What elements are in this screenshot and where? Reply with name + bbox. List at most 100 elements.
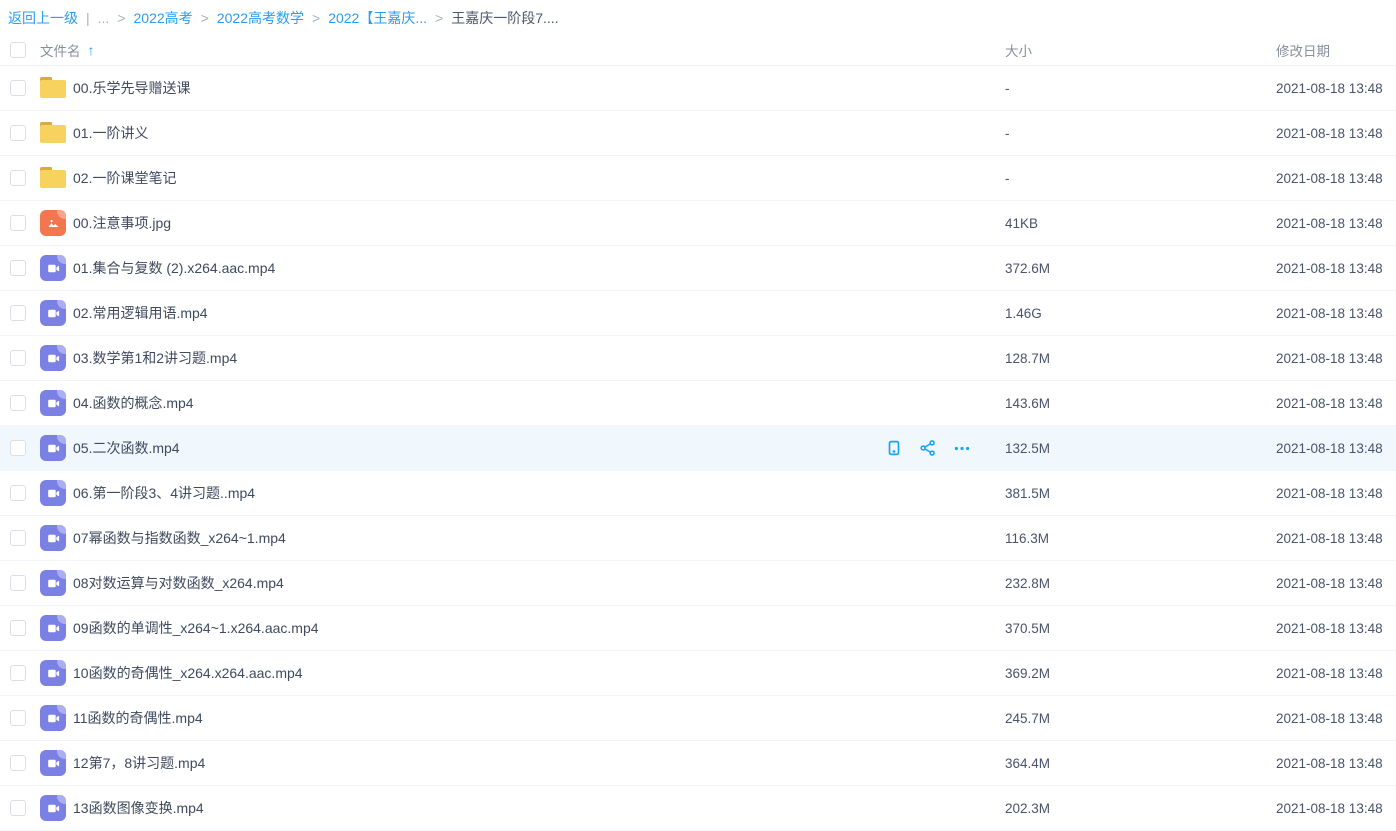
file-name[interactable]: 13函数图像变换.mp4 [73, 798, 204, 818]
file-modified-date: 2021-08-18 13:48 [1276, 171, 1396, 186]
file-size: 232.8M [1005, 576, 1276, 591]
file-row[interactable]: 07幂函数与指数函数_x264~1.mp4 [0, 516, 1396, 561]
file-name[interactable]: 04.函数的概念.mp4 [73, 393, 194, 413]
row-checkbox[interactable] [10, 755, 26, 771]
file-row[interactable]: 00.注意事项.jpg [0, 201, 1396, 246]
file-row[interactable]: 13函数图像变换.mp4 [0, 786, 1396, 831]
file-name[interactable]: 00.乐学先导赠送课 [73, 78, 190, 98]
file-row[interactable]: 12第7，8讲习题.mp4 [0, 741, 1396, 786]
file-modified-date: 2021-08-18 13:48 [1276, 756, 1396, 771]
file-modified-date: 2021-08-18 13:48 [1276, 486, 1396, 501]
video-file-icon [40, 345, 66, 371]
video-file-icon [40, 795, 66, 821]
send-to-device-icon[interactable] [885, 439, 903, 457]
file-row[interactable]: 08对数运算与对数函数_x264.mp4 [0, 561, 1396, 606]
file-modified-date: 2021-08-18 13:48 [1276, 81, 1396, 96]
file-row[interactable]: 02.一阶课堂笔记 [0, 156, 1396, 201]
back-to-parent-link[interactable]: 返回上一级 [8, 8, 78, 28]
row-checkbox[interactable] [10, 350, 26, 366]
file-row[interactable]: 02.常用逻辑用语.mp4 [0, 291, 1396, 336]
file-modified-date: 2021-08-18 13:48 [1276, 801, 1396, 816]
row-checkbox[interactable] [10, 215, 26, 231]
file-name[interactable]: 08对数运算与对数函数_x264.mp4 [73, 573, 284, 593]
video-file-icon [40, 480, 66, 506]
file-name[interactable]: 01.集合与复数 (2).x264.aac.mp4 [73, 258, 275, 278]
file-name[interactable]: 12第7，8讲习题.mp4 [73, 753, 205, 773]
row-checkbox[interactable] [10, 575, 26, 591]
file-size: 369.2M [1005, 666, 1276, 681]
file-size: 372.6M [1005, 261, 1276, 276]
column-header-modified-date[interactable]: 修改日期 [1276, 40, 1396, 60]
breadcrumb-link-2022gaokao[interactable]: 2022高考 [134, 8, 193, 28]
share-icon[interactable] [919, 439, 937, 457]
file-row[interactable]: 01.集合与复数 (2).x264.aac.mp4 [0, 246, 1396, 291]
file-size: - [1005, 171, 1276, 186]
file-row[interactable]: 05.二次函数.mp4 [0, 426, 1396, 471]
video-file-icon [40, 255, 66, 281]
file-name[interactable]: 01.一阶讲义 [73, 123, 148, 143]
video-file-icon [40, 300, 66, 326]
file-modified-date: 2021-08-18 13:48 [1276, 351, 1396, 366]
breadcrumb-ellipsis: ... [98, 10, 110, 26]
file-name[interactable]: 06.第一阶段3、4讲习题..mp4 [73, 483, 255, 503]
file-name[interactable]: 11函数的奇偶性.mp4 [73, 708, 203, 728]
select-all-checkbox[interactable] [10, 42, 26, 58]
file-row[interactable]: 04.函数的概念.mp4 [0, 381, 1396, 426]
row-checkbox[interactable] [10, 710, 26, 726]
file-size: 128.7M [1005, 351, 1276, 366]
file-size: 245.7M [1005, 711, 1276, 726]
video-file-icon [40, 435, 66, 461]
file-name[interactable]: 02.常用逻辑用语.mp4 [73, 303, 208, 323]
row-checkbox[interactable] [10, 440, 26, 456]
row-checkbox[interactable] [10, 800, 26, 816]
file-modified-date: 2021-08-18 13:48 [1276, 441, 1396, 456]
row-checkbox[interactable] [10, 305, 26, 321]
file-name[interactable]: 02.一阶课堂笔记 [73, 168, 176, 188]
file-row[interactable]: 11函数的奇偶性.mp4 [0, 696, 1396, 741]
row-checkbox[interactable] [10, 260, 26, 276]
breadcrumb-current-folder: 王嘉庆一阶段7.... [451, 8, 558, 28]
file-modified-date: 2021-08-18 13:48 [1276, 396, 1396, 411]
more-actions-icon[interactable] [953, 439, 971, 457]
file-size: 370.5M [1005, 621, 1276, 636]
column-header-size[interactable]: 大小 [1005, 40, 1276, 60]
file-name[interactable]: 10函数的奇偶性_x264.x264.aac.mp4 [73, 663, 303, 683]
breadcrumb-link-2022gaokao-math[interactable]: 2022高考数学 [217, 8, 304, 28]
file-name[interactable]: 03.数学第1和2讲习题.mp4 [73, 348, 237, 368]
file-list: 00.乐学先导赠送课 [0, 66, 1396, 831]
file-modified-date: 2021-08-18 13:48 [1276, 261, 1396, 276]
file-name[interactable]: 09函数的单调性_x264~1.x264.aac.mp4 [73, 618, 319, 638]
file-modified-date: 2021-08-18 13:48 [1276, 711, 1396, 726]
file-row[interactable]: 06.第一阶段3、4讲习题..mp4 [0, 471, 1396, 516]
breadcrumb-separator: > [117, 10, 125, 26]
file-modified-date: 2021-08-18 13:48 [1276, 306, 1396, 321]
row-checkbox[interactable] [10, 170, 26, 186]
file-size: 143.6M [1005, 396, 1276, 411]
row-checkbox[interactable] [10, 620, 26, 636]
file-size: 1.46G [1005, 306, 1276, 321]
file-row[interactable]: 10函数的奇偶性_x264.x264.aac.mp4 [0, 651, 1396, 696]
video-file-icon [40, 615, 66, 641]
file-row[interactable]: 01.一阶讲义 [0, 111, 1396, 156]
folder-icon [40, 76, 66, 100]
video-file-icon [40, 660, 66, 686]
file-row[interactable]: 03.数学第1和2讲习题.mp4 [0, 336, 1396, 381]
file-size: 132.5M [1005, 441, 1276, 456]
breadcrumb-link-wangjiaqing[interactable]: 2022【王嘉庆... [328, 8, 427, 28]
row-checkbox[interactable] [10, 530, 26, 546]
row-checkbox[interactable] [10, 485, 26, 501]
file-row[interactable]: 09函数的单调性_x264~1.x264.aac.mp4 [0, 606, 1396, 651]
file-row[interactable]: 00.乐学先导赠送课 [0, 66, 1396, 111]
column-header-filename[interactable]: 文件名 [40, 40, 81, 60]
row-checkbox[interactable] [10, 665, 26, 681]
file-size: 381.5M [1005, 486, 1276, 501]
file-size: - [1005, 81, 1276, 96]
file-name[interactable]: 07幂函数与指数函数_x264~1.mp4 [73, 528, 286, 548]
row-checkbox[interactable] [10, 125, 26, 141]
file-name[interactable]: 05.二次函数.mp4 [73, 438, 180, 458]
row-checkbox[interactable] [10, 80, 26, 96]
row-checkbox[interactable] [10, 395, 26, 411]
breadcrumb-separator: > [435, 10, 443, 26]
file-name[interactable]: 00.注意事项.jpg [73, 213, 171, 233]
sort-ascending-icon[interactable]: ↑ [88, 42, 95, 58]
